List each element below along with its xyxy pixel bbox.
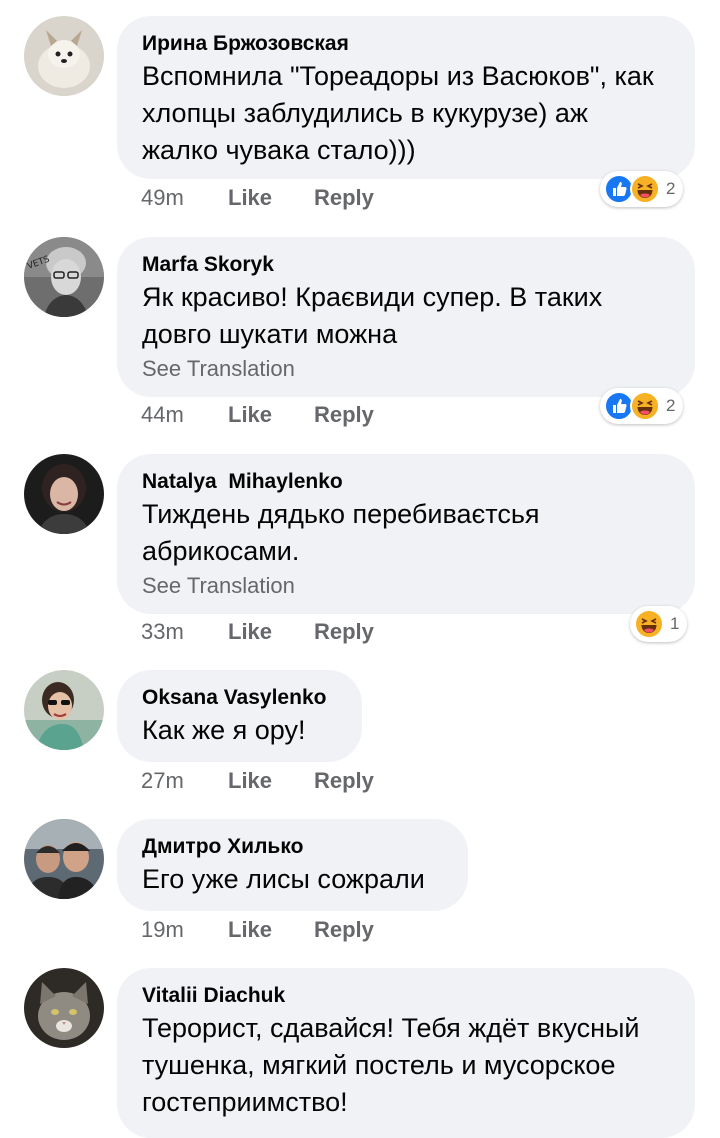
reply-button[interactable]: Reply bbox=[314, 402, 374, 428]
comment-bubble: Oksana Vasylenko Как же я ору! bbox=[117, 670, 362, 762]
woman-photo-icon bbox=[24, 454, 104, 534]
comment-text: Тиждень дядько перебиваєтсья абрикосами. bbox=[142, 499, 540, 566]
dog-photo-icon bbox=[24, 16, 104, 96]
comment-bubble: Marfa Skoryk Як красиво! Краєвиди супер.… bbox=[117, 237, 695, 397]
see-translation-link[interactable]: See Translation bbox=[142, 571, 670, 601]
like-button[interactable]: Like bbox=[228, 619, 314, 645]
comment-actions: 33m Like Reply bbox=[141, 619, 374, 645]
avatar[interactable] bbox=[24, 670, 104, 750]
reaction-summary[interactable]: 1 bbox=[630, 606, 688, 642]
comment-author[interactable]: Marfa Skoryk bbox=[142, 251, 670, 279]
comment-bubble: Natalya Mihaylenko Тиждень дядько переби… bbox=[117, 454, 695, 614]
reply-button[interactable]: Reply bbox=[314, 768, 374, 794]
comment-author[interactable]: Natalya Mihaylenko bbox=[142, 468, 670, 496]
like-button[interactable]: Like bbox=[228, 768, 314, 794]
comment-time[interactable]: 44m bbox=[141, 402, 228, 428]
comment-text: Як красиво! Краєвиди супер. В таких довг… bbox=[142, 282, 603, 349]
comment-bubble: Дмитро Хилько Его уже лисы сожрали bbox=[117, 819, 468, 911]
reply-button[interactable]: Reply bbox=[314, 185, 374, 211]
comment-bubble: Ирина Бржозовская Вспомнила "Тореадоры и… bbox=[117, 16, 695, 179]
reaction-summary[interactable]: 2 bbox=[600, 171, 684, 207]
see-translation-link[interactable]: See Translation bbox=[142, 354, 670, 384]
comment-actions: 19m Like Reply bbox=[141, 917, 374, 943]
haha-icon bbox=[634, 609, 664, 639]
comment-time[interactable]: 49m bbox=[141, 185, 228, 211]
comment-actions: 44m Like Reply bbox=[141, 402, 374, 428]
reaction-count: 2 bbox=[666, 396, 676, 415]
avatar[interactable] bbox=[24, 16, 104, 96]
comment-author[interactable]: Дмитро Хилько bbox=[142, 833, 443, 861]
comment-time[interactable]: 19m bbox=[141, 917, 228, 943]
haha-icon bbox=[630, 391, 660, 421]
two-men-photo-icon bbox=[24, 819, 104, 899]
like-button[interactable]: Like bbox=[228, 917, 314, 943]
comment-author[interactable]: Ирина Бржозовская bbox=[142, 30, 670, 58]
woman-sunglasses-photo-icon bbox=[24, 670, 104, 750]
comment-time[interactable]: 33m bbox=[141, 619, 228, 645]
avatar[interactable] bbox=[24, 819, 104, 899]
cat-photo-icon bbox=[24, 968, 104, 1048]
reply-button[interactable]: Reply bbox=[314, 917, 374, 943]
like-button[interactable]: Like bbox=[228, 185, 314, 211]
avatar[interactable]: VETS bbox=[24, 237, 104, 317]
comment-actions: 49m Like Reply bbox=[141, 185, 374, 211]
reaction-count: 2 bbox=[666, 179, 676, 198]
comment-text: Как же я ору! bbox=[142, 715, 306, 745]
comment-bubble: Vitalii Diachuk Терорист, сдавайся! Тебя… bbox=[117, 968, 695, 1138]
comment-time[interactable]: 27m bbox=[141, 768, 228, 794]
comment-author[interactable]: Oksana Vasylenko bbox=[142, 684, 337, 712]
comment-text: Его уже лисы сожрали bbox=[142, 864, 425, 894]
reaction-count: 1 bbox=[670, 614, 680, 633]
haha-icon bbox=[630, 174, 660, 204]
reply-button[interactable]: Reply bbox=[314, 619, 374, 645]
comment-author[interactable]: Vitalii Diachuk bbox=[142, 982, 670, 1010]
like-button[interactable]: Like bbox=[228, 402, 314, 428]
reaction-summary[interactable]: 2 bbox=[600, 388, 684, 424]
avatar[interactable] bbox=[24, 454, 104, 534]
comment-actions: 27m Like Reply bbox=[141, 768, 374, 794]
woman-glasses-photo-icon: VETS bbox=[24, 237, 104, 317]
comment-text: Терорист, сдавайся! Тебя ждёт вкусный ту… bbox=[142, 1013, 640, 1117]
comment-text: Вспомнила "Тореадоры из Васюков", как хл… bbox=[142, 61, 654, 165]
avatar[interactable] bbox=[24, 968, 104, 1048]
